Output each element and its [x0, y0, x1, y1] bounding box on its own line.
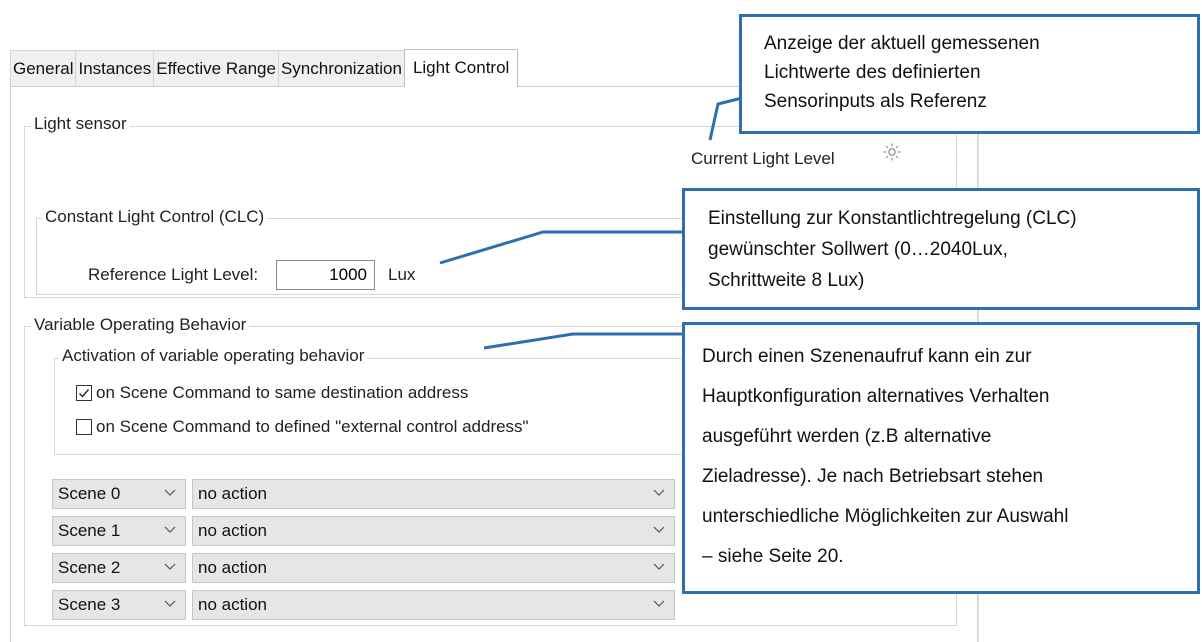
sun-icon — [882, 142, 902, 162]
scene-same-address-label: on Scene Command to same destination add… — [96, 383, 469, 402]
callout-line: Schrittweite 8 Lux) — [708, 270, 865, 291]
action-select-3[interactable]: no action — [192, 590, 675, 620]
callout-line: Anzeige der aktuell gemessenen — [764, 33, 1040, 54]
action-select-0[interactable]: no action — [192, 479, 675, 509]
tab-light-control[interactable]: Light Control — [403, 49, 519, 87]
lux-unit-label: Lux — [388, 265, 416, 284]
callout-line: gewünschter Sollwert (0…2040Lux, — [708, 239, 1008, 260]
activation-group — [54, 358, 686, 455]
light-sensor-legend: Light sensor — [31, 114, 130, 134]
scene-select-value: Scene 3 — [58, 595, 121, 614]
checkbox-checked-icon[interactable] — [76, 385, 92, 401]
action-select-value: no action — [198, 484, 267, 503]
callout-line: Sensorinputs als Referenz — [764, 91, 987, 112]
chevron-down-icon — [164, 526, 176, 533]
tab-bar: General Instances Effective Range Synchr… — [10, 49, 519, 87]
action-select-value: no action — [198, 521, 267, 540]
callout-light-level: Anzeige der aktuell gemessenen Lichtwert… — [739, 14, 1200, 134]
chevron-down-icon — [653, 489, 665, 496]
checkbox-unchecked-icon[interactable] — [76, 419, 92, 435]
scene-select-value: Scene 0 — [58, 484, 121, 503]
callout-line: ausgeführt werden (z.B alternative — [702, 426, 992, 447]
action-select-2[interactable]: no action — [192, 553, 675, 583]
action-select-value: no action — [198, 558, 267, 577]
tab-synchronization[interactable]: Synchronization — [277, 50, 405, 86]
callout-clc: Einstellung zur Konstantlichtregelung (C… — [682, 188, 1200, 310]
callout-line: Durch einen Szenenaufruf kann ein zur — [702, 346, 1032, 367]
scene-select-2[interactable]: Scene 2 — [52, 553, 186, 583]
callout-variable: Durch einen Szenenaufruf kann ein zur Ha… — [682, 322, 1200, 594]
callout-line: Zieladresse). Je nach Betriebsart stehen — [702, 466, 1044, 487]
scene-select-0[interactable]: Scene 0 — [52, 479, 186, 509]
chevron-down-icon — [164, 489, 176, 496]
callout-line: Einstellung zur Konstantlichtregelung (C… — [708, 208, 1077, 229]
tab-general[interactable]: General — [10, 50, 77, 86]
scene-external-address-label: on Scene Command to defined "external co… — [96, 417, 529, 436]
chevron-down-icon — [164, 600, 176, 607]
callout-line: – siehe Seite 20. — [702, 546, 844, 567]
clc-legend: Constant Light Control (CLC) — [42, 207, 268, 227]
action-select-1[interactable]: no action — [192, 516, 675, 546]
callout-line: Hauptkonfiguration alternatives Verhalte… — [702, 386, 1050, 407]
current-light-level-label: Current Light Level — [691, 149, 835, 168]
scene-external-address-checkbox[interactable]: on Scene Command to defined "external co… — [76, 417, 529, 437]
chevron-down-icon — [653, 600, 665, 607]
chevron-down-icon — [653, 563, 665, 570]
activation-legend: Activation of variable operating behavio… — [59, 346, 368, 366]
action-select-value: no action — [198, 595, 267, 614]
reference-light-level-input[interactable] — [276, 260, 375, 290]
callout-line: Lichtwerte des definierten — [764, 62, 981, 83]
scene-select-value: Scene 2 — [58, 558, 121, 577]
tab-effective-range[interactable]: Effective Range — [153, 50, 279, 86]
scene-same-address-checkbox[interactable]: on Scene Command to same destination add… — [76, 383, 468, 403]
tab-instances[interactable]: Instances — [75, 50, 155, 86]
scene-select-1[interactable]: Scene 1 — [52, 516, 186, 546]
callout-line: unterschiedliche Möglichkeiten zur Auswa… — [702, 506, 1069, 527]
chevron-down-icon — [164, 563, 176, 570]
reference-light-level-label: Reference Light Level: — [88, 265, 259, 284]
chevron-down-icon — [653, 526, 665, 533]
variable-behavior-legend: Variable Operating Behavior — [31, 315, 250, 335]
scene-select-3[interactable]: Scene 3 — [52, 590, 186, 620]
scene-select-value: Scene 1 — [58, 521, 121, 540]
